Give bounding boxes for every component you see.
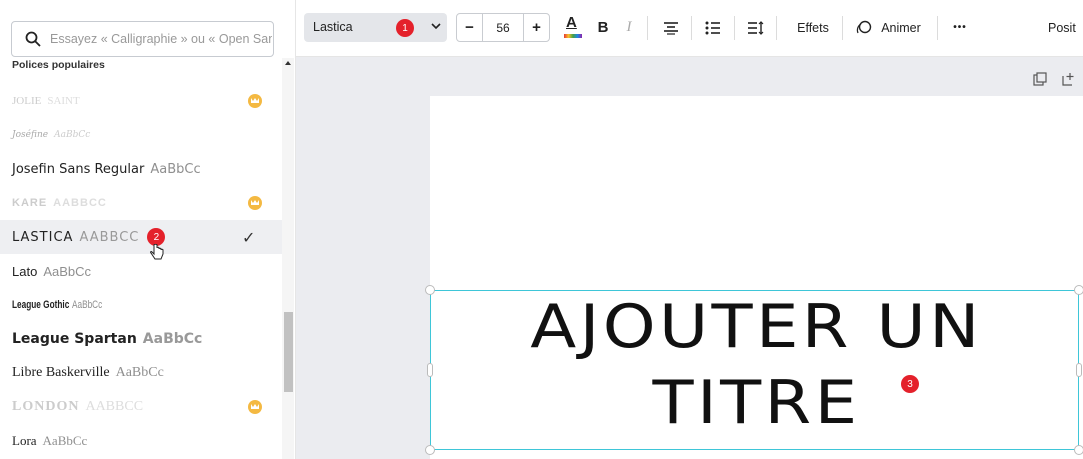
font-sample: AABBCC [79,229,140,245]
font-sample: AaBbCc [54,130,91,140]
font-name: Lato [12,263,38,279]
animate-icon [856,20,872,33]
resize-handle-top-left[interactable] [425,285,435,295]
font-sample: AaBbCc [72,299,103,311]
section-title: Polices populaires [12,59,105,71]
premium-crown-icon [248,400,262,414]
duplicate-page-icon[interactable] [1033,72,1047,86]
font-panel: Polices populaires JOLIE SAINT Joséfine … [0,0,296,459]
font-item-lastica[interactable]: LASTICA AABBCC 2 ✓ [0,220,282,254]
toolbar-divider [734,16,735,40]
font-name: League Spartan [12,331,137,347]
step-badge-1: 1 [396,19,414,37]
panel-scrollbar[interactable] [282,58,294,459]
font-size-value[interactable]: 56 [482,14,524,41]
font-item-lato[interactable]: Lato AaBbCc [0,254,282,288]
font-sample: AaBbCc [115,365,164,380]
font-search-box[interactable] [11,21,274,57]
font-item-kare[interactable]: KARE AABBCC [0,186,282,220]
font-item-jolie[interactable]: JOLIE SAINT [0,84,282,118]
font-item-league-gothic[interactable]: League Gothic AaBbCc [0,288,282,322]
font-name: LASTICA [12,229,74,245]
font-name: JOLIE [12,95,42,107]
animate-icon-wrap[interactable] [854,13,874,42]
font-family-label: Lastica [313,20,353,34]
bullet-list-button[interactable] [704,13,722,42]
align-center-button[interactable] [662,13,680,42]
toolbar-divider [776,16,777,40]
resize-handle-left[interactable] [427,363,433,377]
font-size-stepper[interactable]: − 56 + [456,13,550,42]
bullet-list-icon [705,21,720,34]
decrease-size-button[interactable]: − [457,14,482,41]
font-item-league-spartan[interactable]: League Spartan AaBbCc [0,322,282,356]
font-sample: AaBbCc [142,331,203,347]
font-item-lora[interactable]: Lora AaBbCc [0,424,282,458]
text-color-button[interactable]: A [564,14,582,40]
search-icon [25,31,41,47]
toolbar-divider [842,16,843,40]
font-item-london[interactable]: LONDON AABBCC [0,390,282,424]
add-page-icon[interactable] [1061,72,1075,86]
resize-handle-bottom-right[interactable] [1074,445,1083,455]
resize-handle-top-right[interactable] [1074,285,1083,295]
font-sample: SAINT [47,95,80,107]
step-badge-3: 3 [901,375,919,393]
increase-size-button[interactable]: + [524,14,549,41]
design-canvas: AJOUTER UN TITRE 3 [296,57,1083,459]
italic-button[interactable]: I [622,13,636,42]
premium-crown-icon [248,94,262,108]
premium-crown-icon [248,196,262,210]
font-name: Joséfine [12,130,49,140]
toolbar-divider [937,16,938,40]
position-button[interactable]: Posit [1048,13,1083,42]
font-name: Lora [12,433,37,448]
text-color-icon: A [566,14,577,31]
effects-button[interactable]: Effets [788,13,838,42]
font-sample: AABBCC [53,197,107,209]
resize-handle-bottom-left[interactable] [425,445,435,455]
editor-root: Polices populaires JOLIE SAINT Joséfine … [0,0,1083,459]
resize-handle-right[interactable] [1076,363,1082,377]
font-sample: AaBbCc [43,263,92,279]
animate-button[interactable]: Animer [878,13,924,42]
font-search-input[interactable] [50,22,272,56]
chevron-down-icon [431,23,441,30]
font-name: LONDON [12,399,80,414]
panel-scrollbar-thumb[interactable] [284,312,293,392]
line-spacing-button[interactable] [747,13,765,42]
text-toolbar: Lastica 1 − 56 + A B I Effets Animer •••… [296,0,1083,57]
font-sample: AABBCC [85,399,144,414]
font-item-libre-baskerville[interactable]: Libre Baskerville AaBbCc [0,356,282,390]
page-actions [1033,72,1075,86]
align-center-icon [664,21,678,35]
bold-button[interactable]: B [594,13,612,42]
color-spectrum-bar [564,34,582,38]
scroll-up-arrow-icon[interactable] [285,61,291,65]
toolbar-divider [691,16,692,40]
selection-frame[interactable] [430,290,1079,450]
font-name: League Gothic [12,299,70,311]
font-sample: AaBbCc [42,433,88,448]
font-name: Josefin Sans Regular [12,161,145,177]
toolbar-divider [647,16,648,40]
font-name: Libre Baskerville [12,365,110,380]
hand-cursor-icon [150,244,164,260]
font-family-dropdown[interactable]: Lastica 1 [304,13,447,42]
font-name: KARE [12,197,48,209]
more-options-button[interactable]: ••• [948,13,972,42]
check-icon: ✓ [242,230,256,247]
font-item-script[interactable]: Joséfine AaBbCc [0,118,282,152]
line-spacing-icon [748,20,764,35]
font-sample: AaBbCc [150,161,201,177]
font-item-josefin[interactable]: Josefin Sans Regular AaBbCc [0,152,282,186]
